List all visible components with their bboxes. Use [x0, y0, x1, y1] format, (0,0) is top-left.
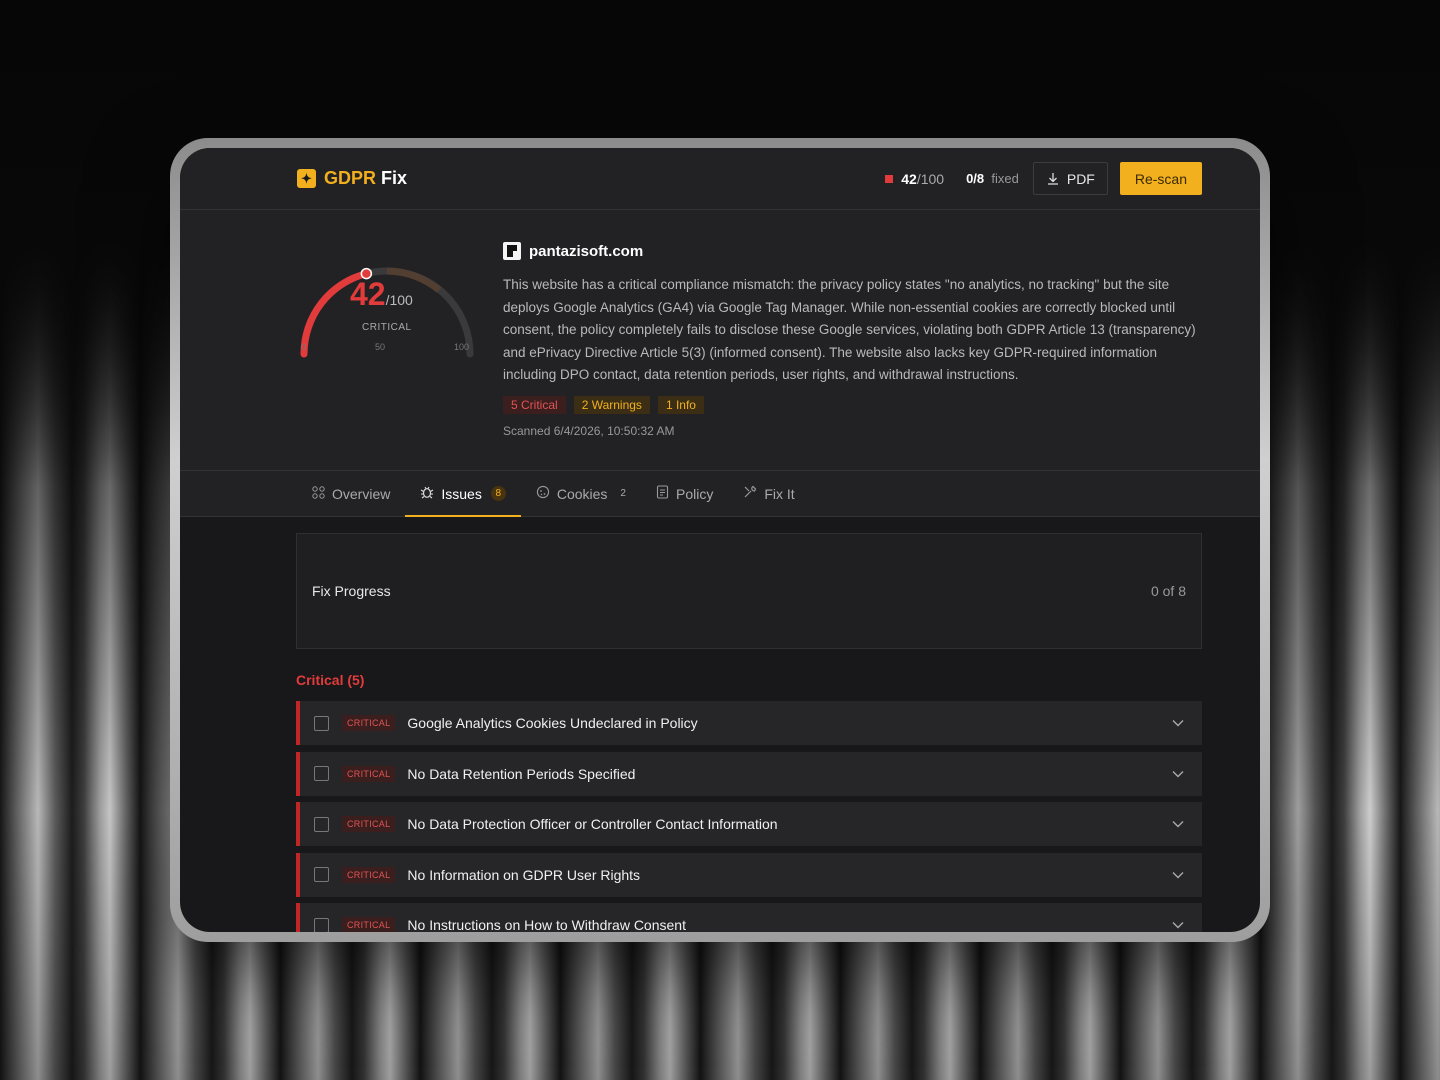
- rescan-button[interactable]: Re-scan: [1119, 162, 1202, 195]
- issue-checkbox[interactable]: [314, 715, 329, 731]
- download-icon: [1047, 172, 1058, 185]
- gauge-score-value: 42: [350, 276, 386, 312]
- issue-row[interactable]: CRITICAL No Instructions on How to Withdr…: [296, 903, 1202, 932]
- brand-prefix: GDPR: [324, 168, 377, 188]
- cookies-count: 2: [620, 488, 626, 499]
- pdf-label: PDF: [1066, 170, 1095, 187]
- site-favicon-icon: [503, 242, 521, 260]
- severity-tag: CRITICAL: [342, 866, 396, 883]
- issue-checkbox[interactable]: [314, 766, 329, 781]
- tab-fixit[interactable]: Fix It: [728, 471, 809, 516]
- gauge-score-denominator: /100: [385, 292, 413, 308]
- tab-policy-label: Policy: [675, 485, 714, 502]
- issues-panel: Fix Progress 0 of 8 Critical (5) CRITICA…: [296, 533, 1202, 932]
- issue-checkbox[interactable]: [314, 917, 329, 932]
- gauge-score: 42/100: [350, 276, 413, 313]
- site-name[interactable]: pantazisoft.com: [529, 243, 643, 260]
- issue-title: No Instructions on How to Withdraw Conse…: [407, 917, 686, 932]
- tab-fixit-label: Fix It: [764, 485, 795, 502]
- chevron-down-icon[interactable]: [1172, 817, 1184, 831]
- issue-checkbox[interactable]: [314, 867, 329, 882]
- chevron-down-icon[interactable]: [1172, 767, 1184, 781]
- score-value: 42: [901, 170, 917, 187]
- gauge-tick-mid: 50: [375, 342, 386, 352]
- warnings-badge: 2 Warnings: [573, 396, 650, 414]
- bug-icon: [420, 485, 434, 502]
- issue-title: No Data Retention Periods Specified: [407, 765, 636, 782]
- tab-policy[interactable]: Policy: [641, 471, 728, 516]
- logo[interactable]: ✦ GDPR Fix: [297, 168, 407, 189]
- score-indicator: 42/100: [885, 171, 944, 187]
- issue-title: No Information on GDPR User Rights: [407, 866, 641, 883]
- severity-tag: CRITICAL: [342, 917, 396, 932]
- document-icon: [656, 485, 669, 502]
- tab-cookies-label: Cookies: [556, 485, 608, 502]
- status-dot-icon: [885, 174, 894, 183]
- fixed-value: 0/8: [966, 171, 985, 186]
- tab-issues-label: Issues: [441, 485, 482, 502]
- device-frame: ✦ GDPR Fix 42/100 0/8 fixed PDF Re-scan …: [170, 138, 1270, 942]
- issue-row[interactable]: CRITICAL Google Analytics Cookies Undecla…: [296, 701, 1202, 745]
- gauge-tick-min: 0: [301, 342, 307, 352]
- top-bar: ✦ GDPR Fix 42/100 0/8 fixed PDF Re-scan: [180, 148, 1260, 210]
- pdf-button[interactable]: PDF: [1032, 162, 1108, 195]
- rescan-label: Re-scan: [1134, 170, 1187, 187]
- brand-suffix: Fix: [381, 168, 408, 188]
- logo-sparkle-icon: ✦: [297, 169, 316, 188]
- app-window: ✦ GDPR Fix 42/100 0/8 fixed PDF Re-scan …: [180, 148, 1260, 932]
- tab-overview-label: Overview: [332, 485, 391, 502]
- issue-row[interactable]: CRITICAL No Information on GDPR User Righ…: [296, 852, 1202, 897]
- scan-timestamp: Scanned 6/4/2026, 10:50:32 AM: [503, 424, 675, 438]
- issue-title: Google Analytics Cookies Undeclared in P…: [407, 715, 698, 731]
- brand-name: GDPR Fix: [324, 168, 407, 189]
- issues-count-badge: 8: [490, 486, 506, 501]
- issue-checkbox[interactable]: [314, 816, 329, 832]
- chevron-down-icon[interactable]: [1172, 918, 1184, 932]
- critical-issue-list: CRITICAL Google Analytics Cookies Undecla…: [296, 701, 1202, 932]
- score-suffix: /100: [916, 170, 945, 187]
- fix-progress-count: 0 of 8: [1150, 583, 1186, 599]
- severity-tag: CRITICAL: [342, 765, 396, 782]
- grid-icon: [312, 485, 325, 502]
- scan-description: This website has a critical compliance m…: [503, 277, 1196, 383]
- gauge-tick-max: 100: [454, 342, 470, 352]
- chevron-down-icon[interactable]: [1172, 868, 1184, 882]
- tab-overview[interactable]: Overview: [297, 471, 405, 516]
- fixed-label: fixed: [991, 171, 1019, 186]
- severity-tag: CRITICAL: [342, 816, 396, 832]
- issue-row[interactable]: CRITICAL No Data Retention Periods Specif…: [296, 751, 1202, 796]
- gauge-level: CRITICAL: [362, 322, 412, 333]
- info-badge: 1 Info: [657, 396, 704, 414]
- critical-section-title: Critical (5): [296, 672, 365, 688]
- fixed-counter: 0/8 fixed: [966, 171, 1019, 186]
- severity-badges: 5 Critical 2 Warnings 1 Info: [503, 396, 704, 414]
- tab-cookies[interactable]: Cookies 2: [521, 471, 641, 516]
- tab-bar: Overview Issues 8 Cookies 2 Policy Fix I…: [180, 471, 1260, 517]
- critical-badge: 5 Critical: [503, 396, 566, 414]
- scan-summary: 42/100 CRITICAL 0 50 100 pantazisoft.com…: [180, 210, 1260, 471]
- site-header: pantazisoft.com: [503, 242, 643, 260]
- severity-tag: CRITICAL: [342, 715, 396, 731]
- fix-progress-card: Fix Progress 0 of 8: [296, 533, 1202, 649]
- issue-title: No Data Protection Officer or Controller…: [407, 816, 778, 832]
- tools-icon: [743, 485, 757, 502]
- fix-progress-title: Fix Progress: [312, 583, 391, 599]
- issue-row[interactable]: CRITICAL No Data Protection Officer or Co…: [296, 802, 1202, 846]
- cookie-icon: [536, 485, 550, 502]
- chevron-down-icon[interactable]: [1172, 716, 1184, 730]
- tab-issues[interactable]: Issues 8: [405, 471, 522, 517]
